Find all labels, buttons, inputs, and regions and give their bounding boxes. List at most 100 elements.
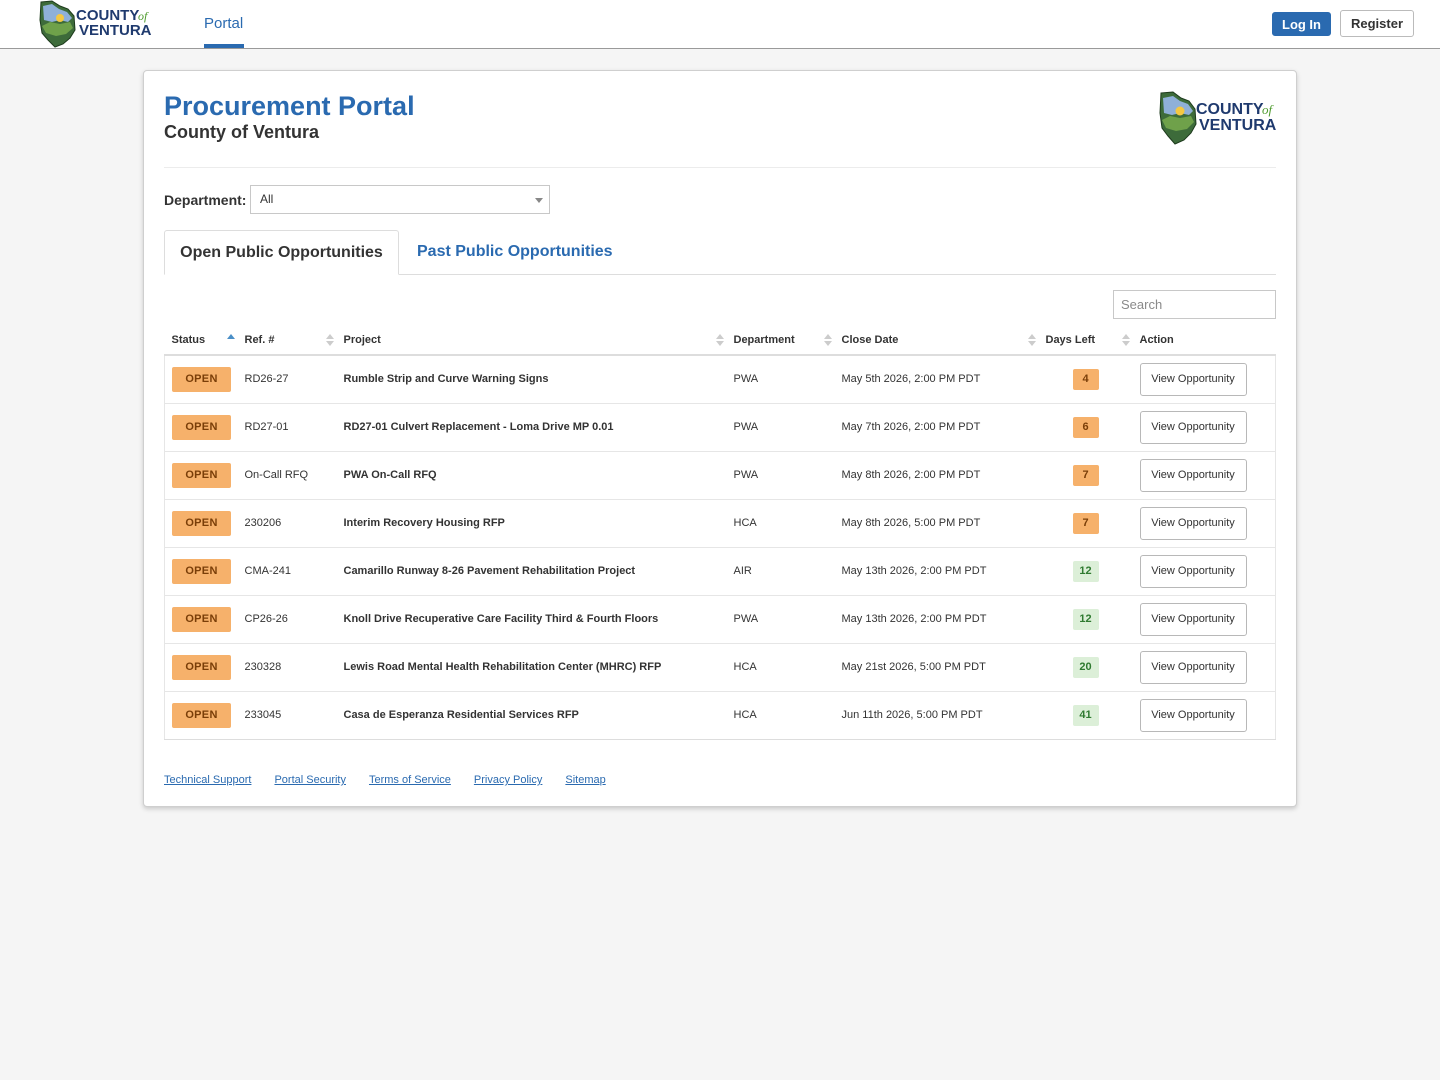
header-divider xyxy=(164,167,1276,168)
login-button[interactable]: Log In xyxy=(1272,12,1331,36)
logo-text-ventura: VENTURA xyxy=(1199,117,1277,134)
days-left-badge: 7 xyxy=(1072,512,1099,534)
project-cell: Camarillo Runway 8-26 Pavement Rehabilit… xyxy=(336,547,727,596)
table-header-row: Status Ref. # Project Department Close D… xyxy=(164,325,1276,356)
close-date-cell: May 8th 2026, 2:00 PM PDT xyxy=(834,451,1039,500)
register-button[interactable]: Register xyxy=(1340,10,1414,37)
view-opportunity-button[interactable]: View Opportunity xyxy=(1139,506,1247,540)
view-opportunity-button[interactable]: View Opportunity xyxy=(1139,410,1247,444)
view-opportunity-button[interactable]: View Opportunity xyxy=(1139,362,1247,396)
status-badge: OPEN xyxy=(172,414,231,440)
col-status-label: Status xyxy=(171,333,206,346)
sort-icon xyxy=(1121,334,1130,348)
col-status[interactable]: Status xyxy=(164,325,238,356)
view-opportunity-button[interactable]: View Opportunity xyxy=(1139,698,1247,732)
days-left-badge: 6 xyxy=(1072,416,1099,438)
sort-icon xyxy=(715,334,724,348)
footer-link-sitemap[interactable]: Sitemap xyxy=(565,774,605,786)
sort-icon xyxy=(823,334,832,348)
status-badge: OPEN xyxy=(172,510,231,536)
days-left-badge: 4 xyxy=(1072,368,1099,390)
project-cell: Interim Recovery Housing RFP xyxy=(336,499,727,548)
status-badge: OPEN xyxy=(172,462,231,488)
view-opportunity-button[interactable]: View Opportunity xyxy=(1139,650,1247,684)
sort-ascending-icon xyxy=(226,334,235,348)
status-badge: OPEN xyxy=(172,558,231,584)
col-ref-label: Ref. # xyxy=(244,333,275,346)
close-date-cell: May 8th 2026, 5:00 PM PDT xyxy=(834,499,1039,548)
table-row: OPEN CMA-241 Camarillo Runway 8-26 Pavem… xyxy=(164,547,1276,596)
department-cell: HCA xyxy=(726,499,835,548)
ref-cell: RD26-27 xyxy=(237,355,337,404)
col-close-date[interactable]: Close Date xyxy=(834,325,1039,356)
department-cell: PWA xyxy=(726,595,835,644)
status-badge: OPEN xyxy=(172,606,231,632)
table-row: OPEN On-Call RFQ PWA On-Call RFQ PWA May… xyxy=(164,451,1276,500)
nav-active-indicator xyxy=(204,44,244,48)
department-cell: HCA xyxy=(726,691,835,740)
sort-icon xyxy=(1027,334,1036,348)
days-left-badge: 41 xyxy=(1072,704,1099,726)
table-row: OPEN 233045 Casa de Esperanza Residentia… xyxy=(164,691,1276,740)
status-badge: OPEN xyxy=(172,702,231,728)
close-date-cell: Jun 11th 2026, 5:00 PM PDT xyxy=(834,691,1039,740)
footer-link-terms-of-service[interactable]: Terms of Service xyxy=(369,774,451,786)
col-department[interactable]: Department xyxy=(726,325,835,356)
table-row: OPEN RD26-27 Rumble Strip and Curve Warn… xyxy=(164,355,1276,404)
department-cell: PWA xyxy=(726,403,835,452)
opportunities-table: Status Ref. # Project Department Close D… xyxy=(164,325,1276,740)
ref-cell: CP26-26 xyxy=(237,595,337,644)
days-left-badge: 20 xyxy=(1072,656,1099,678)
logo-text-of: of xyxy=(1262,102,1275,117)
close-date-cell: May 7th 2026, 2:00 PM PDT xyxy=(834,403,1039,452)
project-cell: RD27-01 Culvert Replacement - Loma Drive… xyxy=(336,403,727,452)
days-left-badge: 7 xyxy=(1072,464,1099,486)
footer-link-privacy-policy[interactable]: Privacy Policy xyxy=(474,774,542,786)
tab-open-opportunities[interactable]: Open Public Opportunities xyxy=(164,230,399,275)
table-row: OPEN CP26-26 Knoll Drive Recuperative Ca… xyxy=(164,595,1276,644)
days-left-badge: 12 xyxy=(1072,560,1099,582)
sort-icon xyxy=(325,334,334,348)
project-cell: Lewis Road Mental Health Rehabilitation … xyxy=(336,643,727,692)
col-action: Action xyxy=(1132,325,1276,356)
tab-past-opportunities[interactable]: Past Public Opportunities xyxy=(417,230,613,274)
logo-text-of: of xyxy=(138,9,149,23)
project-cell: Casa de Esperanza Residential Services R… xyxy=(336,691,727,740)
close-date-cell: May 13th 2026, 2:00 PM PDT xyxy=(834,547,1039,596)
department-select[interactable]: All xyxy=(250,185,550,214)
department-selected-value: All xyxy=(260,192,274,206)
col-project[interactable]: Project xyxy=(336,325,727,356)
footer-link-technical-support[interactable]: Technical Support xyxy=(164,774,251,786)
col-days-left-label: Days Left xyxy=(1045,333,1096,346)
procurement-card: Procurement Portal County of Ventura COU… xyxy=(143,70,1297,807)
project-cell: Rumble Strip and Curve Warning Signs xyxy=(336,355,727,404)
footer-link-portal-security[interactable]: Portal Security xyxy=(274,774,346,786)
table-row: OPEN 230206 Interim Recovery Housing RFP… xyxy=(164,499,1276,548)
col-ref[interactable]: Ref. # xyxy=(237,325,337,356)
department-cell: PWA xyxy=(726,451,835,500)
col-project-label: Project xyxy=(343,333,381,346)
status-badge: OPEN xyxy=(172,654,231,680)
table-row: OPEN RD27-01 RD27-01 Culvert Replacement… xyxy=(164,403,1276,452)
col-days-left[interactable]: Days Left xyxy=(1038,325,1133,356)
footer-links: Technical Support Portal Security Terms … xyxy=(164,774,629,786)
search-input[interactable] xyxy=(1113,290,1276,319)
view-opportunity-button[interactable]: View Opportunity xyxy=(1139,554,1247,588)
department-cell: PWA xyxy=(726,355,835,404)
project-cell: PWA On-Call RFQ xyxy=(336,451,727,500)
view-opportunity-button[interactable]: View Opportunity xyxy=(1139,602,1247,636)
page-title: Procurement Portal xyxy=(164,91,415,121)
page-subtitle: County of Ventura xyxy=(164,122,320,142)
table-row: OPEN 230328 Lewis Road Mental Health Reh… xyxy=(164,643,1276,692)
close-date-cell: May 5th 2026, 2:00 PM PDT xyxy=(834,355,1039,404)
col-action-label: Action xyxy=(1139,333,1174,346)
days-left-badge: 12 xyxy=(1072,608,1099,630)
table-body: OPEN RD26-27 Rumble Strip and Curve Warn… xyxy=(164,355,1276,740)
close-date-cell: May 21st 2026, 5:00 PM PDT xyxy=(834,643,1039,692)
nav-portal-link[interactable]: Portal xyxy=(204,0,243,48)
logo-text-county: COUNTY xyxy=(1196,101,1264,118)
county-of-ventura-logo[interactable]: COUNTY of VENTURA xyxy=(38,0,156,48)
chevron-down-icon xyxy=(535,198,543,203)
view-opportunity-button[interactable]: View Opportunity xyxy=(1139,458,1247,492)
col-close-date-label: Close Date xyxy=(841,333,899,346)
